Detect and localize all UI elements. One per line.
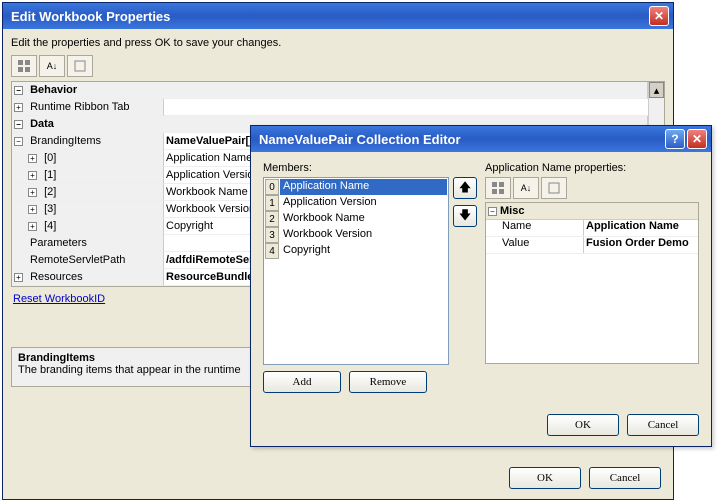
expand-icon[interactable]: +	[14, 273, 23, 282]
member-item-2[interactable]: 2Workbook Name	[265, 211, 447, 227]
add-button[interactable]: Add	[263, 371, 341, 393]
cancel-button[interactable]: Cancel	[589, 467, 661, 489]
prop-row-name[interactable]: Name Application Name	[486, 220, 698, 237]
categorized-view-button[interactable]	[11, 55, 37, 77]
ok-button[interactable]: OK	[547, 414, 619, 436]
child-button-row: OK Cancel	[547, 414, 699, 436]
reset-workbook-link[interactable]: Reset WorkbookID	[13, 293, 105, 305]
close-icon[interactable]: ✕	[687, 129, 707, 149]
members-list[interactable]: 0Application Name 1Application Version 2…	[263, 177, 449, 365]
member-item-0[interactable]: 0Application Name	[265, 179, 447, 195]
parent-toolbar: A↓	[11, 55, 665, 77]
members-label: Members:	[263, 162, 477, 174]
pages-icon	[547, 181, 561, 195]
properties-pane: Application Name properties: A↓ − Misc	[485, 162, 699, 382]
categorized-icon	[491, 181, 505, 195]
expand-icon[interactable]: +	[28, 154, 37, 163]
parent-button-row: OK Cancel	[509, 467, 661, 489]
property-pages-button[interactable]	[541, 177, 567, 199]
collapse-icon[interactable]: −	[14, 137, 23, 146]
arrow-down-icon: 🡇	[459, 206, 471, 227]
property-pages-button[interactable]	[67, 55, 93, 77]
prop-row-value[interactable]: Value Fusion Order Demo	[486, 237, 698, 254]
category-misc[interactable]: − Misc	[486, 203, 698, 220]
row-runtime-ribbon[interactable]: + Runtime Ribbon Tab	[12, 99, 648, 116]
move-up-button[interactable]: 🡅	[453, 177, 477, 199]
collapse-icon[interactable]: −	[488, 207, 497, 216]
help-icon[interactable]: ?	[665, 129, 685, 149]
member-item-3[interactable]: 3Workbook Version	[265, 227, 447, 243]
cancel-button[interactable]: Cancel	[627, 414, 699, 436]
ok-button[interactable]: OK	[509, 467, 581, 489]
categorized-view-button[interactable]	[485, 177, 511, 199]
sort-az-icon: A↓	[47, 61, 58, 71]
remove-button[interactable]: Remove	[349, 371, 427, 393]
reorder-buttons: 🡅 🡇	[453, 177, 477, 365]
arrow-up-icon: 🡅	[459, 178, 471, 199]
child-title: NameValuePair Collection Editor	[259, 132, 663, 147]
properties-label: Application Name properties:	[485, 162, 699, 174]
child-toolbar: A↓	[485, 177, 699, 199]
categorized-icon	[17, 59, 31, 73]
expand-icon[interactable]: +	[28, 171, 37, 180]
members-pane: Members: 0Application Name 1Application …	[263, 162, 477, 382]
collapse-icon[interactable]: −	[14, 86, 23, 95]
alpha-view-button[interactable]: A↓	[39, 55, 65, 77]
expand-icon[interactable]: +	[14, 103, 23, 112]
pages-icon	[73, 59, 87, 73]
property-grid-right: − Misc Name Application Name Value Fusio…	[485, 202, 699, 364]
child-titlebar: NameValuePair Collection Editor ? ✕	[251, 126, 711, 152]
parent-titlebar: Edit Workbook Properties ✕	[3, 3, 673, 29]
close-icon[interactable]: ✕	[649, 6, 669, 26]
scroll-up-icon[interactable]: ▴	[649, 82, 664, 98]
collection-editor-dialog: NameValuePair Collection Editor ? ✕ Memb…	[250, 125, 712, 447]
parent-instruction: Edit the properties and press OK to save…	[11, 37, 665, 49]
expand-icon[interactable]: +	[28, 205, 37, 214]
parent-title: Edit Workbook Properties	[11, 9, 647, 24]
member-item-4[interactable]: 4Copyright	[265, 243, 447, 259]
move-down-button[interactable]: 🡇	[453, 205, 477, 227]
category-behavior[interactable]: − Behavior	[12, 82, 648, 99]
expand-icon[interactable]: +	[28, 222, 37, 231]
child-body: Members: 0Application Name 1Application …	[251, 152, 711, 446]
collapse-icon[interactable]: −	[14, 120, 23, 129]
alpha-view-button[interactable]: A↓	[513, 177, 539, 199]
expand-icon[interactable]: +	[28, 188, 37, 197]
member-item-1[interactable]: 1Application Version	[265, 195, 447, 211]
sort-az-icon: A↓	[521, 183, 532, 193]
add-remove-row: Add Remove	[263, 371, 477, 393]
